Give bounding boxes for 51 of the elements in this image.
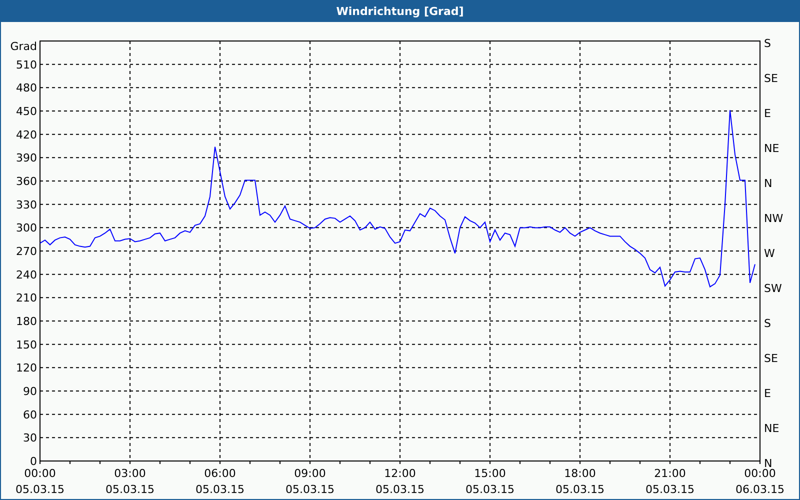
compass-label: NE bbox=[764, 142, 780, 155]
date-label: 05.03.15 bbox=[556, 483, 604, 496]
y-axis-label: 300 bbox=[16, 222, 37, 235]
compass-label: N bbox=[764, 177, 772, 190]
y-axis-label: 150 bbox=[16, 338, 37, 352]
time-label: 06:00 bbox=[204, 467, 236, 480]
y-axis-label: 360 bbox=[16, 175, 37, 188]
time-label: 03:00 bbox=[114, 467, 146, 480]
y-axis-label: 60 bbox=[23, 408, 37, 422]
time-label: 00:00 bbox=[744, 467, 776, 480]
y-axis-label: 510 bbox=[16, 58, 37, 72]
y-axis-label: 330 bbox=[16, 198, 37, 212]
compass-label: W bbox=[764, 247, 775, 260]
date-label: 05.03.15 bbox=[16, 483, 64, 496]
compass-label: S bbox=[764, 37, 771, 50]
time-label: 09:00 bbox=[294, 467, 326, 480]
y-axis-label: 240 bbox=[16, 268, 37, 282]
compass-label: SE bbox=[764, 352, 778, 365]
date-label: 05.03.15 bbox=[286, 483, 334, 496]
y-axis-label: 180 bbox=[16, 315, 37, 328]
y-axis-label: 390 bbox=[16, 152, 37, 165]
compass-label: NW bbox=[764, 212, 784, 225]
y-axis-label: 210 bbox=[16, 292, 37, 305]
y-axis-title: Grad bbox=[10, 40, 37, 53]
date-label: 05.03.15 bbox=[106, 483, 154, 496]
y-axis-label: 30 bbox=[23, 432, 37, 445]
y-axis-label: 480 bbox=[16, 82, 37, 95]
time-label: 00:00 bbox=[24, 467, 56, 480]
date-label: 05.03.15 bbox=[376, 483, 424, 496]
compass-label: E bbox=[764, 387, 771, 400]
y-axis-label: 420 bbox=[16, 128, 37, 142]
y-axis-label: 90 bbox=[23, 385, 37, 398]
y-axis-label: 270 bbox=[16, 245, 37, 258]
y-axis-label: 120 bbox=[16, 362, 37, 375]
time-label: 12:00 bbox=[384, 467, 416, 480]
compass-label: S bbox=[764, 317, 771, 330]
compass-label: SE bbox=[764, 72, 778, 85]
y-axis-label: 450 bbox=[16, 105, 37, 118]
date-label: 05.03.15 bbox=[196, 483, 244, 496]
time-label: 15:00 bbox=[474, 467, 506, 480]
time-label: 21:00 bbox=[654, 467, 686, 480]
compass-label: NE bbox=[764, 422, 780, 435]
time-label: 18:00 bbox=[564, 467, 596, 480]
compass-label: N bbox=[764, 457, 772, 470]
compass-label: SW bbox=[764, 282, 782, 295]
y-axis-label: 0 bbox=[30, 455, 37, 468]
compass-label: E bbox=[764, 107, 771, 120]
date-label: 05.03.15 bbox=[646, 483, 694, 496]
window-title: Windrichtung [Grad] bbox=[1, 1, 799, 22]
date-label: 06.03.15 bbox=[736, 483, 784, 496]
date-label: 05.03.15 bbox=[466, 483, 514, 496]
